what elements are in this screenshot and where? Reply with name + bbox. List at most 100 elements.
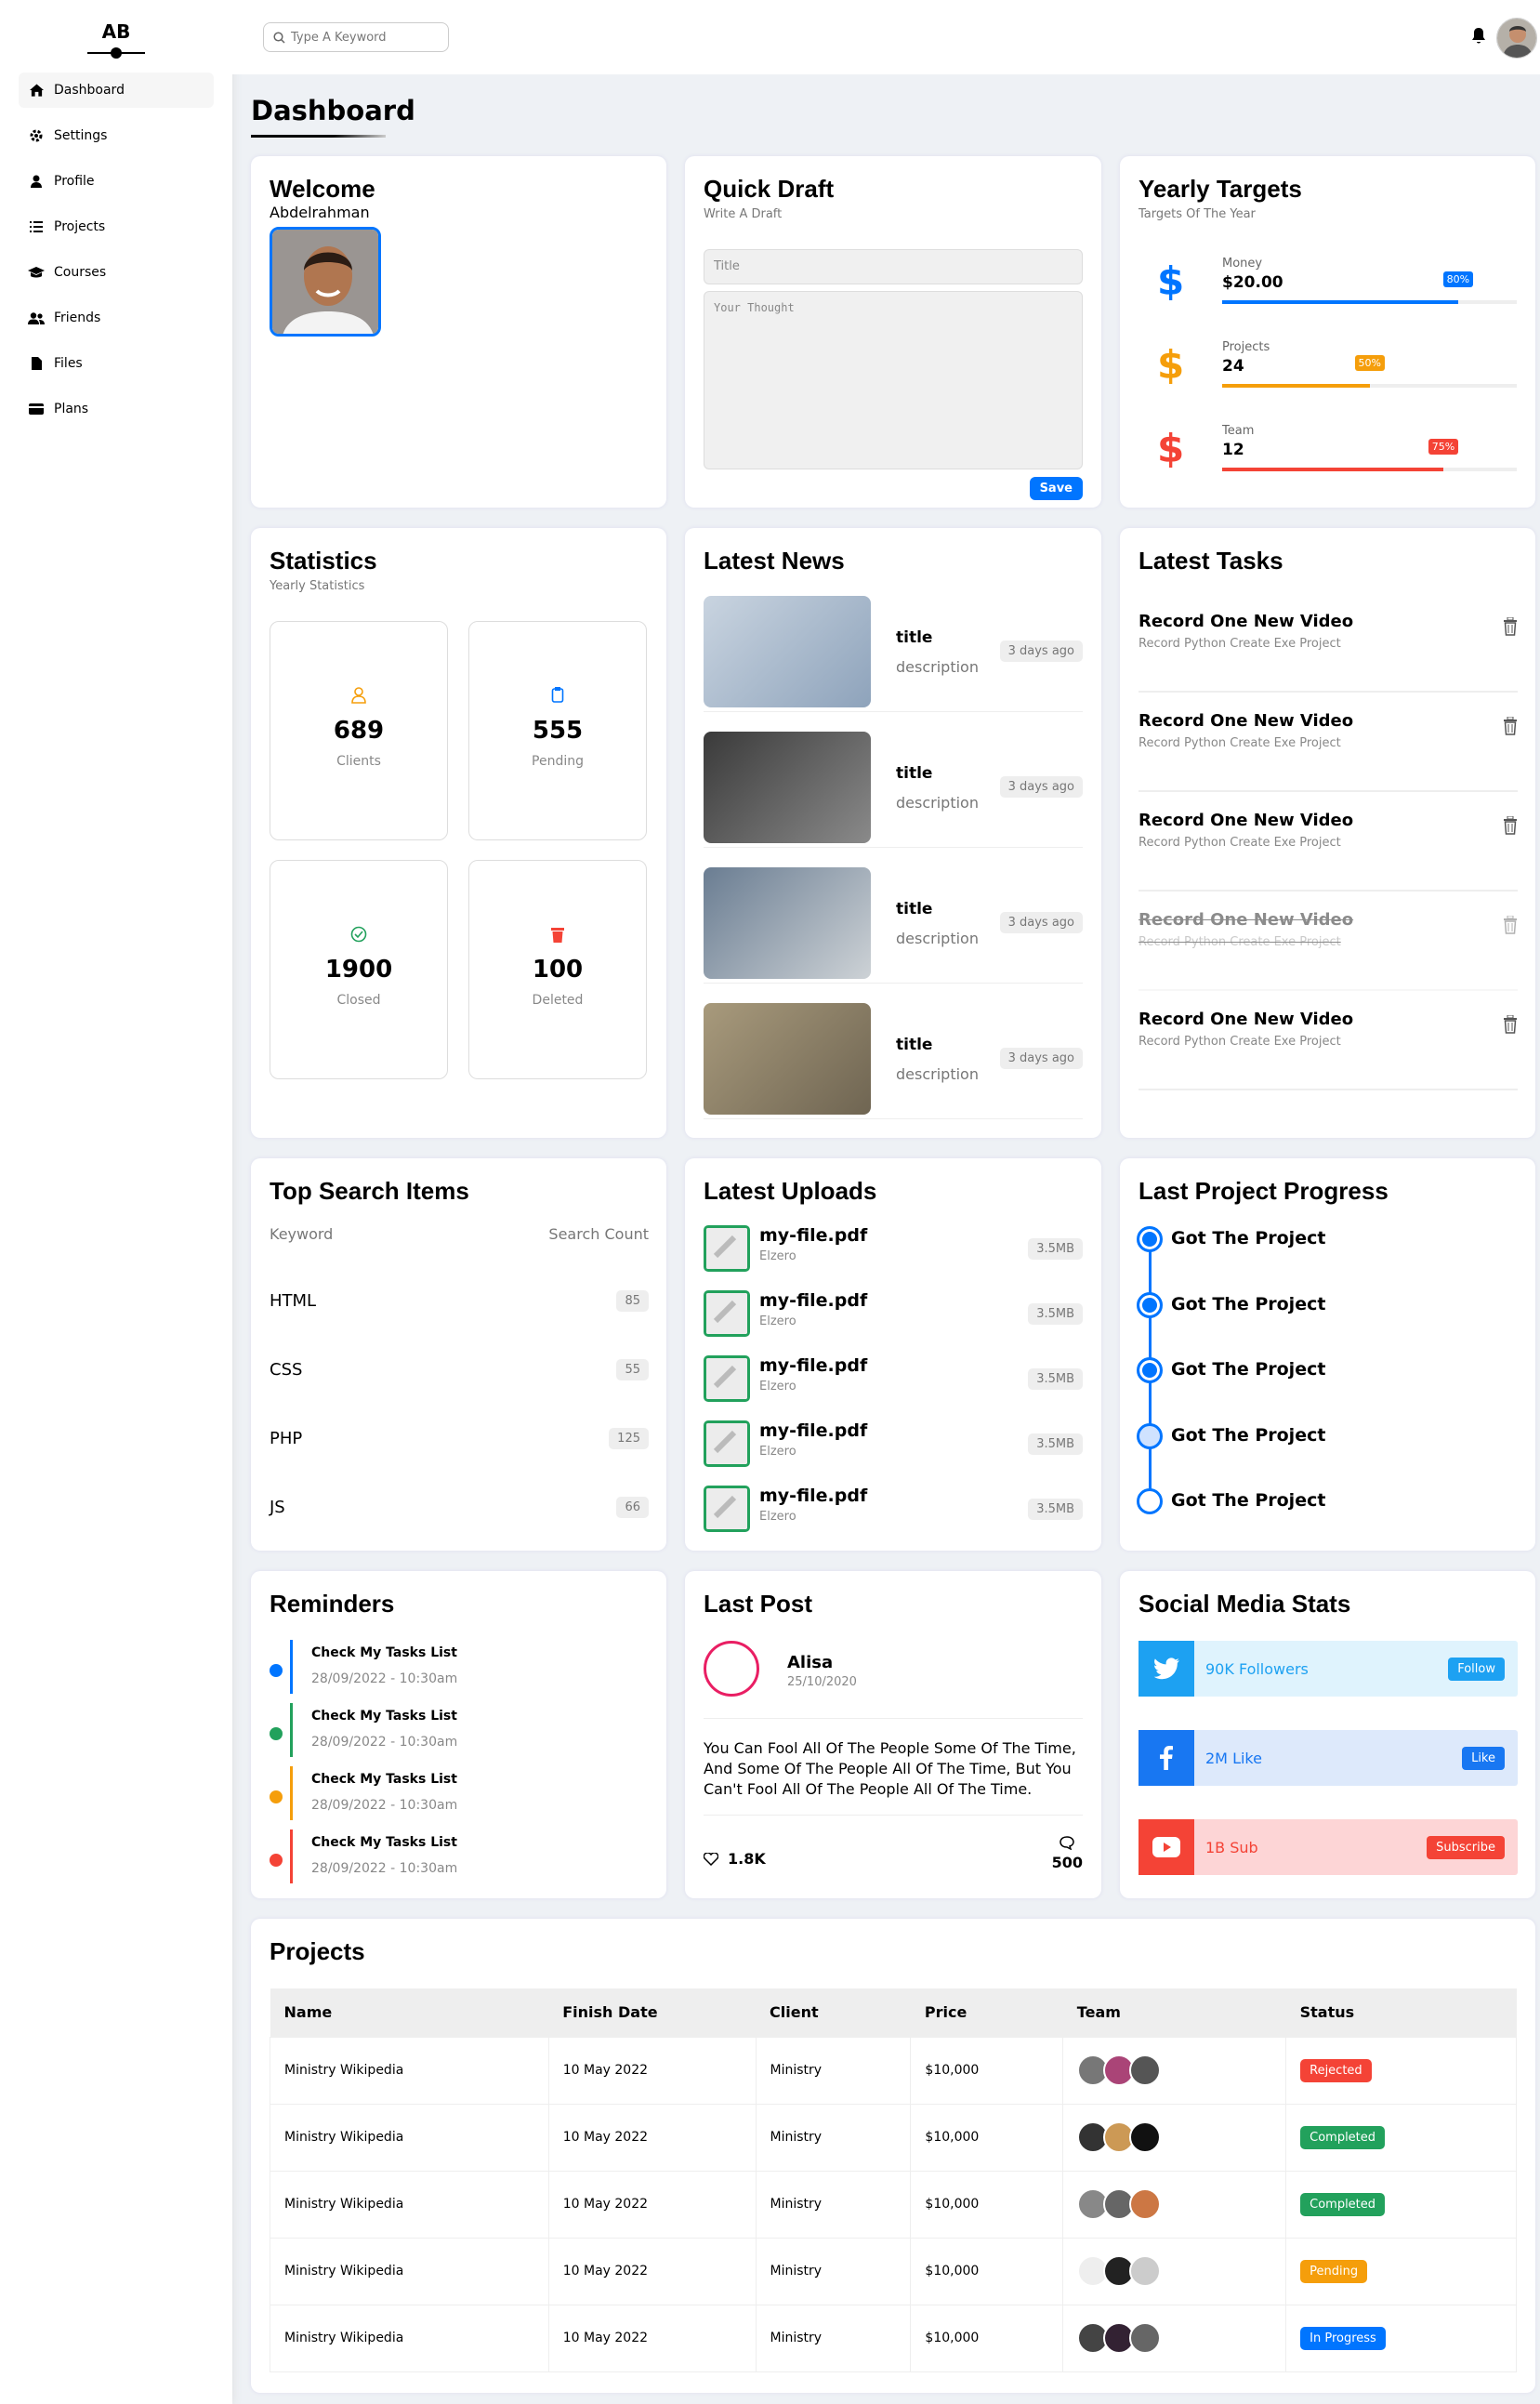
post-title: Last Post <box>704 1590 813 1618</box>
sidebar-item-profile[interactable]: Profile <box>19 164 214 199</box>
sidebar-item-files[interactable]: Files <box>19 346 214 381</box>
target-progress-track <box>1222 384 1517 388</box>
stat-number: 100 <box>532 956 584 984</box>
draft-title-input[interactable]: Title <box>704 249 1083 284</box>
upload-item[interactable]: my-file.pdf Elzero 3.5MB <box>704 1290 1083 1355</box>
news-item[interactable]: title description 3 days ago <box>704 732 1083 848</box>
team-avatars <box>1077 2054 1271 2086</box>
sidebar-item-label: Courses <box>54 265 107 280</box>
file-size-badge: 3.5MB <box>1028 1368 1083 1390</box>
search-input[interactable]: Type A Keyword <box>263 22 449 52</box>
news-item[interactable]: title description 3 days ago <box>704 867 1083 984</box>
file-owner: Elzero <box>759 1249 796 1263</box>
social-stats-card: Social Media Stats 90K Followers Follow 2M… <box>1120 1571 1535 1898</box>
task-item[interactable]: Record One New Video Record Python Create… <box>1139 991 1518 1090</box>
news-time-badge: 3 days ago <box>999 641 1083 662</box>
team-member-avatar[interactable] <box>1129 2054 1162 2086</box>
save-button[interactable]: Save <box>1029 477 1083 500</box>
post-author-avatar <box>704 1641 759 1697</box>
social-action-button[interactable]: Subscribe <box>1427 1835 1505 1859</box>
task-item[interactable]: Record One New Video Record Python Create… <box>1139 892 1518 991</box>
trash-icon[interactable] <box>1503 815 1518 839</box>
search-keyword: CSS <box>270 1360 303 1380</box>
project-name: Ministry Wikipedia <box>270 2237 549 2305</box>
reminder-dot <box>270 1790 283 1803</box>
social-stat-text: 90K Followers <box>1205 1659 1309 1678</box>
upload-item[interactable]: my-file.pdf Elzero 3.5MB <box>704 1225 1083 1290</box>
task-item[interactable]: Record One New Video Record Python Create… <box>1139 693 1518 792</box>
news-image <box>704 732 871 843</box>
task-description: Record Python Create Exe Project <box>1139 736 1341 750</box>
like-button[interactable]: 1.8K <box>704 1850 766 1868</box>
post-body: You Can Fool All Of The People Some Of T… <box>704 1739 1076 1798</box>
sidebar-item-label: Plans <box>54 402 89 416</box>
social-action-button[interactable]: Like <box>1462 1746 1505 1770</box>
users-icon <box>28 310 45 326</box>
news-item[interactable]: title description 3 days ago <box>704 596 1083 712</box>
sidebar-item-projects[interactable]: Projects <box>19 209 214 244</box>
progress-step-label: Got The Project <box>1171 1490 1326 1511</box>
news-time-badge: 3 days ago <box>999 1048 1083 1069</box>
team-avatars <box>1077 2322 1271 2354</box>
search-keyword: PHP <box>270 1429 303 1448</box>
progress-step-label: Got The Project <box>1171 1359 1326 1380</box>
comment-button[interactable]: 500 <box>1052 1836 1083 1871</box>
finish-date: 10 May 2022 <box>547 2237 757 2305</box>
title-underline <box>251 135 386 138</box>
heart-icon <box>704 1852 718 1866</box>
search-count-badge: 55 <box>616 1359 649 1380</box>
reminder-date: 28/09/2022 - 10:30am <box>311 1671 458 1686</box>
task-title: Record One New Video <box>1139 1010 1354 1029</box>
sidebar-item-dashboard[interactable]: Dashboard <box>19 73 214 108</box>
draft-title: Quick Draft <box>704 175 835 203</box>
team-member-avatar[interactable] <box>1129 2121 1162 2153</box>
status-badge: Rejected <box>1300 2059 1372 2082</box>
home-icon <box>28 82 45 99</box>
reminder-title: Check My Tasks List <box>311 1772 457 1787</box>
bell-icon[interactable] <box>1471 28 1486 48</box>
trash-icon <box>469 926 646 946</box>
post-date: 25/10/2020 <box>787 1675 857 1689</box>
search-item-row: HTML 85 <box>270 1290 649 1312</box>
table-row: Ministry Wikipedia 10 May 2022 Ministry $10… <box>270 2036 1517 2105</box>
upload-item[interactable]: my-file.pdf Elzero 3.5MB <box>704 1420 1083 1486</box>
finish-date: 10 May 2022 <box>547 2304 757 2372</box>
task-item[interactable]: Record One New Video Record Python Create… <box>1139 593 1518 693</box>
draft-body-textarea[interactable]: Your Thought <box>704 291 1083 469</box>
trash-icon[interactable] <box>1503 1014 1518 1037</box>
team-member-avatar[interactable] <box>1129 2322 1162 2354</box>
sidebar-item-plans[interactable]: Plans <box>19 391 214 427</box>
dollar-icon: $ <box>1157 342 1185 388</box>
team-member-avatar[interactable] <box>1129 2188 1162 2220</box>
price: $10,000 <box>910 2036 1064 2105</box>
team-avatars <box>1077 2188 1271 2220</box>
sidebar-item-friends[interactable]: Friends <box>19 300 214 336</box>
reminder-dot <box>270 1854 283 1867</box>
sidebar-item-courses[interactable]: Courses <box>19 255 214 290</box>
file-thumbnail-icon <box>704 1420 750 1467</box>
reminder-dot <box>270 1727 283 1740</box>
target-progress-fill <box>1222 300 1458 304</box>
team-member-avatar[interactable] <box>1129 2255 1162 2287</box>
social-title: Social Media Stats <box>1139 1590 1351 1618</box>
trash-icon[interactable] <box>1503 616 1518 640</box>
news-item[interactable]: title description 3 days ago <box>704 1003 1083 1119</box>
trash-icon[interactable] <box>1503 716 1518 739</box>
target-progress-track <box>1222 300 1517 304</box>
table-row: Ministry Wikipedia 10 May 2022 Ministry $10… <box>270 2103 1517 2172</box>
upload-item[interactable]: my-file.pdf Elzero 3.5MB <box>704 1355 1083 1420</box>
like-count: 1.8K <box>728 1850 766 1868</box>
finish-date: 10 May 2022 <box>547 2170 757 2239</box>
social-action-button[interactable]: Follow <box>1448 1657 1505 1681</box>
task-item[interactable]: Record One New Video Record Python Create… <box>1139 792 1518 892</box>
upload-item[interactable]: my-file.pdf Elzero 3.5MB <box>704 1486 1083 1551</box>
sidebar-item-settings[interactable]: Settings <box>19 118 214 153</box>
targets-subtitle: Targets Of The Year <box>1139 207 1256 221</box>
news-time-badge: 3 days ago <box>999 912 1083 933</box>
check-circle-icon <box>270 926 447 946</box>
news-title: title <box>896 1036 933 1054</box>
trash-icon[interactable] <box>1503 915 1518 938</box>
project-progress-card: Last Project Progress Got The Project Got… <box>1120 1158 1535 1551</box>
stat-closed: 1900 Closed <box>270 860 448 1079</box>
user-avatar[interactable] <box>1496 18 1537 59</box>
